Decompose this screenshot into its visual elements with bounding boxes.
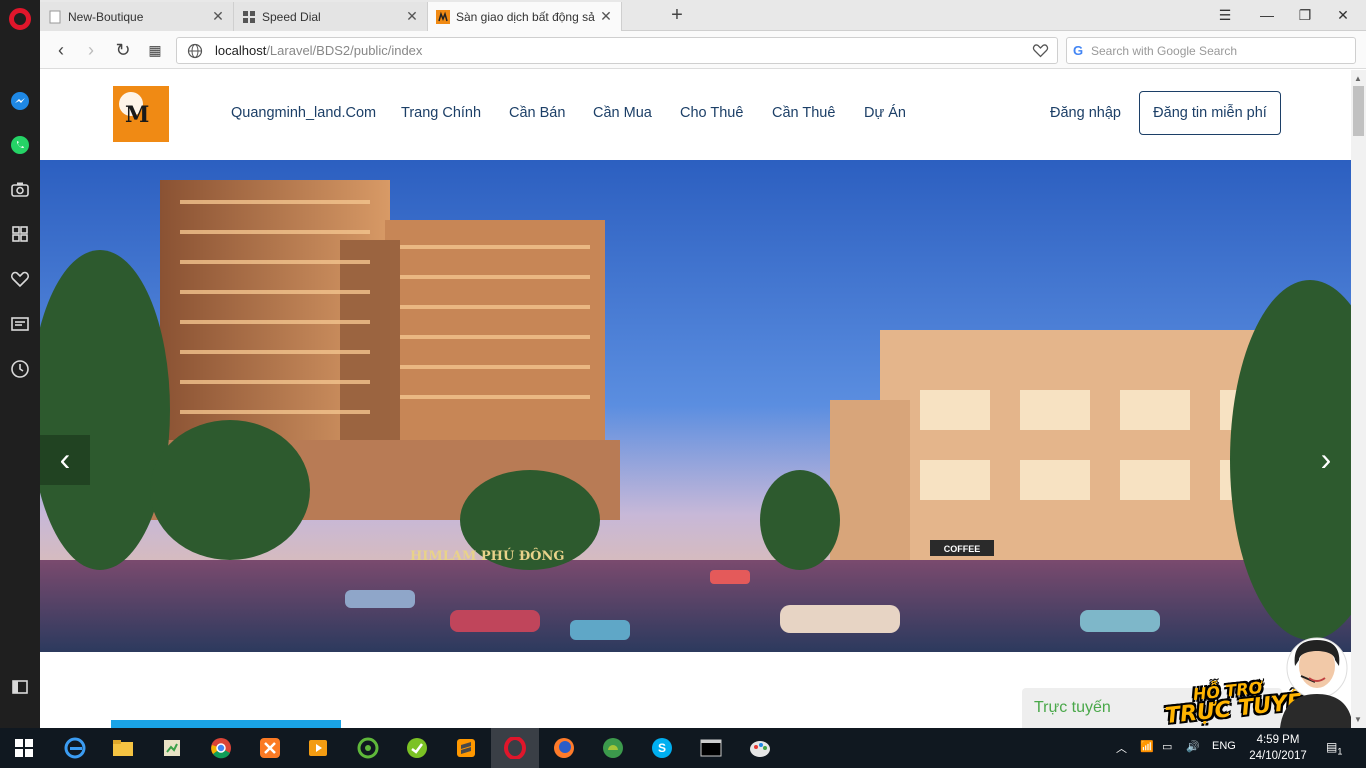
- page-viewport: M Quangminh_land.Com Trang Chính Cần Bán…: [40, 70, 1351, 728]
- svg-text:S: S: [658, 741, 666, 755]
- firefox-icon[interactable]: [552, 736, 576, 760]
- globe-icon: [187, 43, 203, 59]
- address-bar: ‹ › ↻ ▦ localhost/Laravel/BDS2/public/in…: [40, 31, 1366, 69]
- page-scrollbar[interactable]: ▲ ▼: [1351, 70, 1366, 728]
- sublime-text-icon[interactable]: [454, 736, 478, 760]
- close-icon[interactable]: ✕: [211, 8, 225, 25]
- media-player-icon[interactable]: [306, 736, 330, 760]
- sheet-app-icon[interactable]: [160, 736, 184, 760]
- nav-can-mua[interactable]: Cần Mua: [593, 105, 652, 121]
- bookmark-heart-icon[interactable]: [1032, 42, 1049, 59]
- tab-speed-dial[interactable]: Speed Dial ✕: [234, 2, 428, 31]
- taskbar-clock[interactable]: 4:59 PM 24/10/2017: [1248, 732, 1308, 764]
- opera-logo-icon[interactable]: [9, 8, 31, 30]
- url-field[interactable]: localhost/Laravel/BDS2/public/index: [176, 37, 1058, 64]
- login-link[interactable]: Đăng nhập: [1050, 105, 1121, 121]
- chat-app-icon[interactable]: [405, 736, 429, 760]
- network-icon[interactable]: 📶: [1140, 740, 1154, 753]
- scroll-down-icon[interactable]: ▼: [1354, 715, 1362, 724]
- search-placeholder: Search with Google Search: [1091, 43, 1238, 58]
- page-icon: [49, 10, 61, 23]
- opera-taskbar-icon[interactable]: [503, 736, 527, 760]
- tab-grid-icon[interactable]: ▦: [144, 39, 166, 61]
- file-explorer-icon[interactable]: [111, 736, 135, 760]
- tab-new-boutique[interactable]: New-Boutique ✕: [40, 2, 234, 31]
- support-agent-avatar[interactable]: [1275, 630, 1351, 728]
- url-path: /Laravel/BDS2/public/index: [266, 43, 423, 58]
- scroll-thumb[interactable]: [1353, 86, 1364, 136]
- hero-slider: COFFEE HIMLAM PHÚ ĐÔNG ‹ ›: [40, 160, 1351, 652]
- xampp-icon[interactable]: [258, 736, 282, 760]
- maximize-button[interactable]: ❐: [1290, 3, 1320, 27]
- close-icon[interactable]: ✕: [405, 8, 419, 25]
- coffee-sign: COFFEE: [944, 544, 981, 554]
- search-input[interactable]: G Search with Google Search: [1066, 37, 1356, 64]
- camera-icon[interactable]: [9, 178, 31, 200]
- clock-date: 24/10/2017: [1249, 750, 1307, 762]
- nav-quangminh-land[interactable]: Quangminh_land.Com: [231, 105, 376, 121]
- tab-label: Sàn giao dịch bất động sả: [456, 9, 595, 24]
- whatsapp-icon[interactable]: [9, 134, 31, 156]
- slider-prev-arrow[interactable]: ‹: [40, 435, 90, 485]
- nav-can-ban[interactable]: Cần Bán: [509, 105, 565, 121]
- nav-du-an[interactable]: Dự Án: [864, 105, 906, 121]
- tab-label: Speed Dial: [262, 9, 321, 24]
- close-window-button[interactable]: ✕: [1328, 3, 1358, 27]
- terminal-icon[interactable]: [699, 736, 723, 760]
- minimize-button[interactable]: —: [1252, 3, 1282, 27]
- edge-icon[interactable]: [63, 736, 87, 760]
- android-studio-icon[interactable]: [601, 736, 625, 760]
- messenger-icon[interactable]: [9, 90, 31, 112]
- back-button[interactable]: ‹: [50, 39, 72, 61]
- tab-active-site[interactable]: Sàn giao dịch bất động sả ✕: [428, 2, 622, 31]
- reload-button[interactable]: ↻: [112, 39, 134, 61]
- heart-icon[interactable]: [9, 268, 31, 290]
- sidebar-toggle-icon[interactable]: [9, 676, 31, 698]
- history-icon[interactable]: [9, 358, 31, 380]
- tab-bar: New-Boutique ✕ Speed Dial ✕ Sàn giao dịc…: [40, 0, 1366, 31]
- post-free-listing-button[interactable]: Đăng tin miễn phí: [1139, 91, 1281, 135]
- battery-icon[interactable]: ▭: [1162, 740, 1172, 753]
- forward-button[interactable]: ›: [80, 39, 102, 61]
- close-icon[interactable]: ✕: [599, 8, 613, 25]
- notification-center-icon[interactable]: ▤1: [1326, 740, 1342, 756]
- new-tab-button[interactable]: +: [666, 4, 688, 26]
- support-status: Trực tuyến: [1034, 699, 1111, 716]
- slider-next-arrow[interactable]: ›: [1301, 435, 1351, 485]
- browser-app-icon[interactable]: [356, 736, 380, 760]
- opera-sidebar: [0, 0, 40, 728]
- nav-can-thue[interactable]: Cần Thuê: [772, 105, 835, 121]
- language-indicator[interactable]: ENG: [1212, 740, 1236, 752]
- clock-time: 4:59 PM: [1256, 734, 1300, 746]
- section-tab-bar: [111, 720, 341, 728]
- nav-trang-chinh[interactable]: Trang Chính: [401, 105, 481, 121]
- windows-start-icon[interactable]: [12, 736, 36, 760]
- tab-menu-icon[interactable]: ☰: [1210, 3, 1240, 27]
- scroll-up-icon[interactable]: ▲: [1354, 74, 1362, 83]
- skype-icon[interactable]: S: [650, 736, 674, 760]
- volume-icon[interactable]: 🔊: [1186, 740, 1200, 753]
- speed-dial-icon: [243, 10, 255, 23]
- site-favicon-icon: [436, 9, 450, 24]
- news-icon[interactable]: [9, 313, 31, 335]
- nav-cho-thue[interactable]: Cho Thuê: [680, 105, 743, 121]
- windows-taskbar: S ︿ 📶 ▭ 🔊 ENG 4:59 PM 24/10/2017 ▤1: [0, 728, 1366, 768]
- himlam-sign: HIMLAM PHÚ ĐÔNG: [410, 547, 565, 564]
- notification-count: 1: [1337, 746, 1343, 757]
- chrome-icon[interactable]: [209, 736, 233, 760]
- url-host: localhost: [215, 43, 267, 58]
- hero-image: COFFEE HIMLAM PHÚ ĐÔNG: [40, 160, 1351, 652]
- tab-label: New-Boutique: [68, 9, 144, 24]
- paint-icon[interactable]: [748, 736, 772, 760]
- google-icon: G: [1073, 43, 1084, 58]
- site-logo[interactable]: M: [113, 86, 169, 142]
- speed-dial-icon[interactable]: [9, 223, 31, 245]
- tray-chevron-icon[interactable]: ︿: [1116, 740, 1127, 756]
